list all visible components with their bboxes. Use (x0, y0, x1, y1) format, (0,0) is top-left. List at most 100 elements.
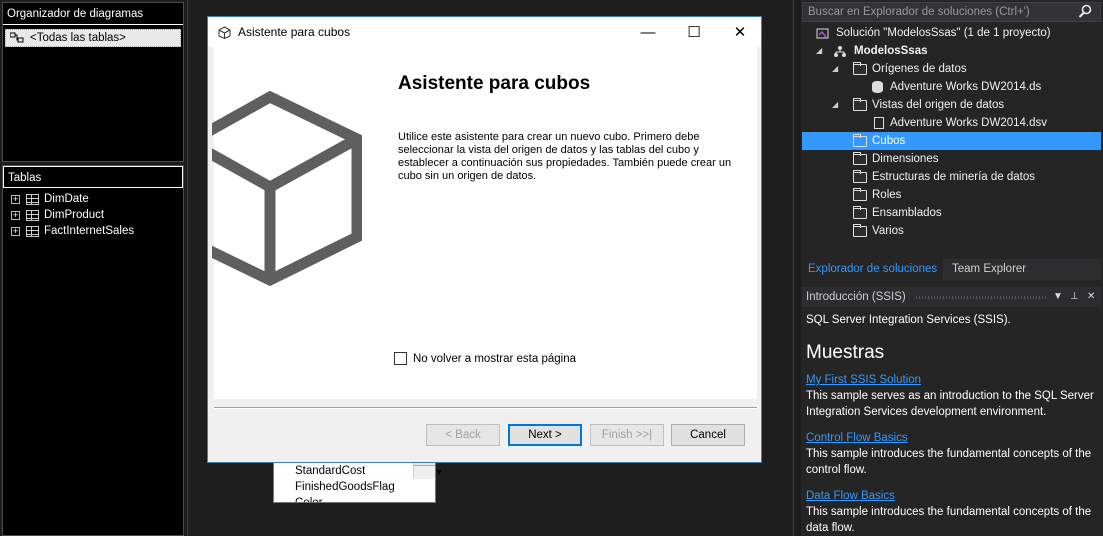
expand-icon[interactable]: + (11, 226, 20, 236)
expand-icon[interactable]: + (11, 210, 20, 220)
tree-mining-structures[interactable]: Estructuras de minería de datos (802, 168, 1101, 186)
all-tables-label: <Todas las tablas> (30, 32, 126, 44)
folder-icon (853, 98, 867, 111)
table-icon (26, 193, 39, 205)
tree-data-source-views[interactable]: ◢ Vistas del origen de datos (802, 96, 1101, 114)
folder-icon (853, 224, 867, 237)
tree-assemblies[interactable]: Ensamblados (802, 204, 1101, 222)
header-grip (916, 296, 1046, 299)
tree-label: Adventure Works DW2014.ds (890, 81, 1042, 93)
checkbox-label: No volver a mostrar esta página (413, 352, 576, 365)
dsv-icon (874, 117, 884, 129)
sample-entry: My First SSIS Solution This sample serve… (806, 372, 1101, 420)
folder-icon (853, 152, 867, 165)
wizard-description: Utilice este asistente para crear un nue… (398, 131, 732, 182)
tables-panel: Tablas + DimDate + DimProduct + FactInterne… (2, 165, 184, 536)
table-icon (26, 225, 39, 237)
intro-panel-header: Introducción (SSIS) ▼ ⊥ ✕ (802, 287, 1101, 307)
tree-solution[interactable]: Solución "ModelosSsas" (1 de 1 proyecto) (802, 24, 1101, 42)
tree-label: Orígenes de datos (872, 63, 967, 75)
cancel-button[interactable]: Cancel (671, 424, 745, 446)
solution-icon (816, 28, 829, 39)
table-label: DimDate (44, 193, 89, 205)
close-button[interactable]: ✕ (717, 17, 763, 47)
table-columns-list[interactable]: StandardCost FinishedGoodsFlag Color ▼ (273, 462, 443, 503)
tree-data-sources[interactable]: ◢ Orígenes de datos (802, 60, 1101, 78)
collapse-arrow-icon[interactable]: ◢ (832, 60, 842, 78)
dont-show-again-checkbox[interactable]: No volver a mostrar esta página (394, 352, 576, 365)
all-tables-diagram[interactable]: <Todas las tablas> (5, 29, 181, 47)
tab-team-explorer[interactable]: Team Explorer (948, 259, 1030, 280)
collapse-arrow-icon[interactable]: ◢ (832, 96, 842, 114)
columns-scrollbar[interactable]: ▼ (413, 463, 443, 479)
search-placeholder: Buscar en Explorador de soluciones (Ctrl… (808, 6, 1030, 18)
tree-dimensions[interactable]: Dimensiones (802, 150, 1101, 168)
column-item[interactable]: Color (274, 495, 435, 502)
datasource-icon (872, 81, 883, 93)
dialog-body: Asistente para cubos Utilice este asiste… (212, 47, 757, 399)
expand-icon[interactable]: + (11, 194, 20, 204)
next-button[interactable]: Next > (508, 424, 582, 446)
tab-solution-explorer[interactable]: Explorador de soluciones (802, 259, 944, 280)
sample-link[interactable]: Control Flow Basics (806, 430, 1101, 446)
finish-button[interactable]: Finish >>| (590, 424, 664, 446)
intro-subtitle: SQL Server Integration Services (SSIS). (806, 314, 1011, 326)
table-item[interactable]: + FactInternetSales (3, 223, 183, 239)
search-icon[interactable] (1078, 4, 1092, 20)
intro-panel: SQL Server Integration Services (SSIS). … (802, 308, 1101, 536)
tree-cubes[interactable]: Cubos (802, 132, 1101, 150)
diagram-organizer-panel: Organizador de diagramas <Todas las tabl… (2, 2, 184, 162)
tree-data-source-item[interactable]: Adventure Works DW2014.ds (802, 78, 1101, 96)
close-icon[interactable]: ✕ (1087, 287, 1095, 307)
cube-wizard-dialog: Asistente para cubos — ☐ ✕ Asistente par… (207, 16, 762, 463)
tree-label: Estructuras de minería de datos (872, 171, 1035, 183)
solution-search-input[interactable]: Buscar en Explorador de soluciones (Ctrl… (802, 2, 1101, 22)
sample-entry: Data Flow Basics This sample introduces … (806, 488, 1101, 536)
tree-label: Adventure Works DW2014.dsv (890, 117, 1048, 129)
dialog-titlebar: Asistente para cubos — ☐ ✕ (208, 17, 761, 47)
sample-description: This sample introduces the fundamental c… (806, 448, 1092, 476)
scroll-down-icon[interactable]: ▼ (414, 465, 443, 479)
tree-label: Cubos (872, 135, 906, 147)
tree-data-source-view-item[interactable]: Adventure Works DW2014.dsv (802, 114, 1101, 132)
table-label: DimProduct (44, 209, 105, 221)
folder-icon (853, 206, 867, 219)
samples-heading: Muestras (806, 342, 885, 363)
tree-label: Solución "ModelosSsas" (1 de 1 proyecto) (836, 27, 1051, 39)
table-item[interactable]: + DimDate (3, 191, 183, 207)
solution-tree: Solución "ModelosSsas" (1 de 1 proyecto)… (802, 24, 1101, 258)
dialog-title: Asistente para cubos (238, 25, 351, 39)
sample-entry: Control Flow Basics This sample introduc… (806, 430, 1101, 478)
checkbox-box[interactable] (394, 352, 407, 365)
tree-label: Roles (872, 189, 902, 201)
maximize-button[interactable]: ☐ (671, 17, 717, 47)
tree-roles[interactable]: Roles (802, 186, 1101, 204)
folder-icon (853, 170, 867, 183)
pin-icon[interactable]: ⊥ (1070, 287, 1079, 307)
tree-label: Varios (872, 225, 904, 237)
column-item[interactable]: FinishedGoodsFlag (274, 479, 435, 495)
project-icon (834, 46, 846, 57)
table-icon (26, 209, 39, 221)
dropdown-icon[interactable]: ▼ (1053, 287, 1063, 307)
dialog-separator (214, 407, 757, 409)
minimize-button[interactable]: — (625, 17, 671, 47)
cube-illustration-icon (212, 90, 362, 287)
tree-misc[interactable]: Varios (802, 222, 1101, 240)
column-item[interactable]: StandardCost (274, 463, 435, 479)
diagram-icon (10, 32, 24, 43)
intro-panel-title: Introducción (SSIS) (806, 291, 906, 303)
cube-icon (218, 25, 231, 39)
tree-project[interactable]: ◢ ModelosSsas (802, 42, 1101, 60)
table-item[interactable]: + DimProduct (3, 207, 183, 223)
table-label: FactInternetSales (44, 225, 135, 237)
wizard-heading: Asistente para cubos (398, 73, 591, 94)
folder-icon (853, 134, 867, 147)
sample-link[interactable]: My First SSIS Solution (806, 372, 1101, 388)
folder-icon (853, 62, 867, 75)
sample-description: This sample serves as an introduction to… (806, 390, 1094, 418)
collapse-arrow-icon[interactable]: ◢ (816, 42, 826, 60)
tree-label: ModelosSsas (854, 45, 928, 57)
sample-link[interactable]: Data Flow Basics (806, 488, 1101, 504)
back-button[interactable]: < Back (426, 424, 500, 446)
